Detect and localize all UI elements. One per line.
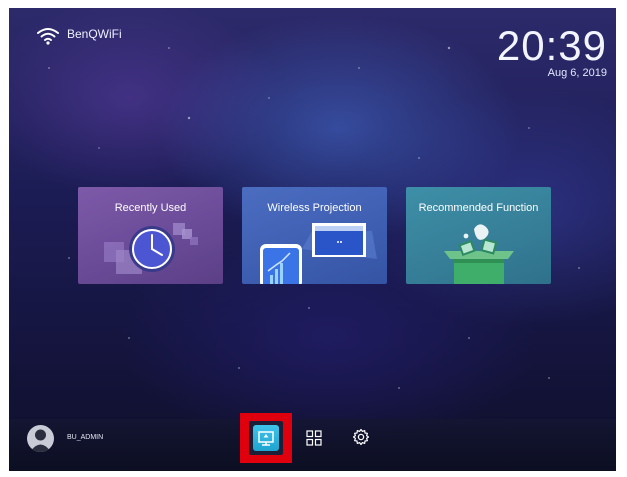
gift-box-icon bbox=[444, 224, 514, 284]
clock: 20:39 Aug 6, 2019 bbox=[496, 22, 607, 80]
card-wireless-projection[interactable]: Wireless Projection bbox=[242, 187, 387, 284]
card-recommended-function[interactable]: Recommended Function bbox=[406, 187, 551, 284]
network-name: BenQWiFi bbox=[67, 27, 122, 41]
user-avatar-icon[interactable] bbox=[27, 425, 54, 452]
chevron-right-icon[interactable]: › bbox=[3, 248, 7, 260]
input-source-icon bbox=[253, 425, 279, 451]
phone-projection-icon bbox=[260, 223, 377, 284]
wifi-icon bbox=[37, 28, 59, 45]
grid-icon[interactable] bbox=[306, 430, 322, 446]
clock-icon bbox=[104, 223, 198, 274]
projection-button[interactable] bbox=[249, 421, 283, 455]
clock-time: 20:39 bbox=[496, 22, 607, 69]
card-recently-used[interactable]: Recently Used bbox=[78, 187, 223, 284]
username: BU_ADMIN bbox=[67, 434, 104, 441]
gear-icon[interactable] bbox=[352, 428, 370, 446]
